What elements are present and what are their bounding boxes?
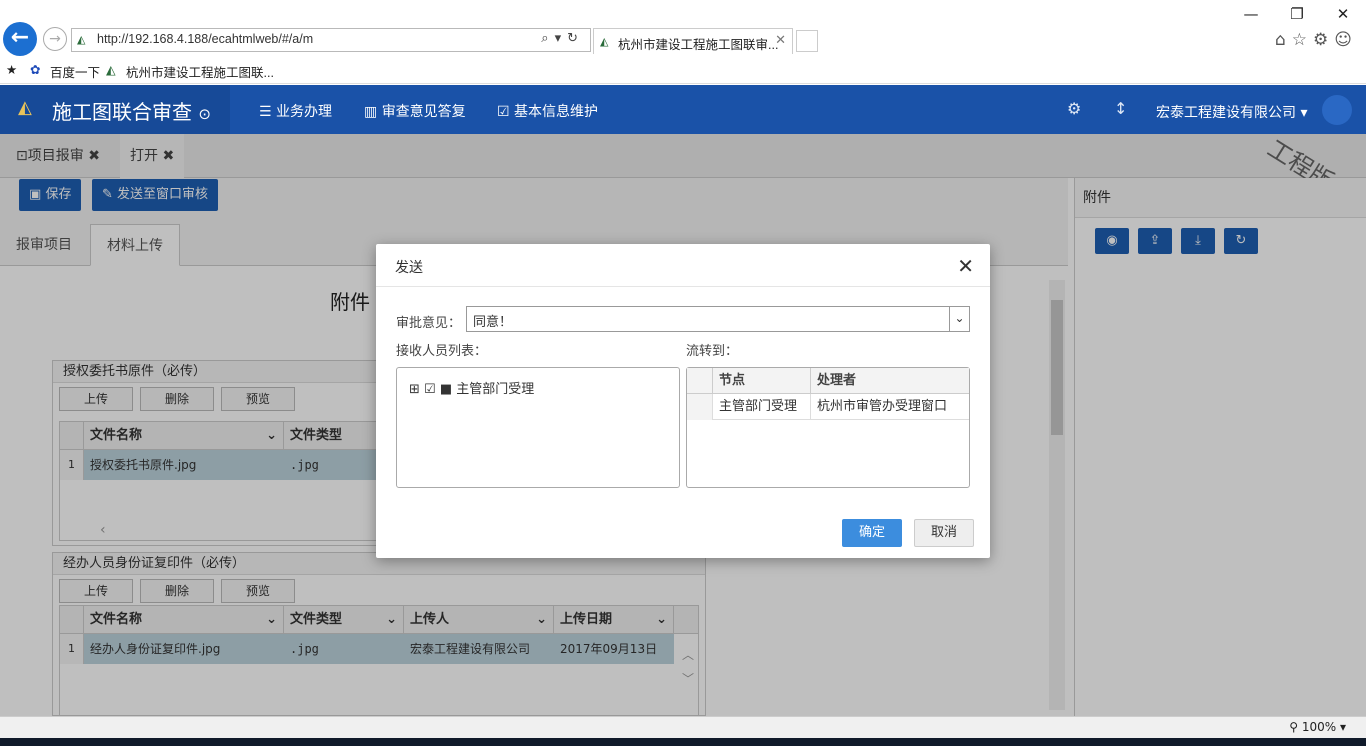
checkbox-checked-icon[interactable]: ☑ xyxy=(424,382,436,397)
edit-icon: ☑ xyxy=(497,104,510,120)
app-header: ◭ 施工图联合审查 ⊙ ☰ 业务办理 ▥ 审查意见答复 ☑ 基本信息维护 ⚙ ↕… xyxy=(0,85,1366,134)
browser-tools: ⌂☆⚙☺ xyxy=(1275,30,1358,50)
forward-button[interactable]: → xyxy=(43,27,67,51)
close-icon[interactable]: ✕ xyxy=(957,254,974,278)
flow-header: 节点 处理者 xyxy=(687,368,969,394)
address-tools-icon[interactable]: ⌕▾↻ xyxy=(541,31,584,46)
settings-gear-icon[interactable]: ⚙ xyxy=(1313,30,1334,50)
company-menu[interactable]: 宏泰工程建设有限公司 ▾ xyxy=(1156,102,1307,122)
flow-grid: 节点 处理者 主管部门受理 杭州市审管办受理窗口 xyxy=(686,367,970,488)
rownum-header xyxy=(687,368,713,394)
cell-node: 主管部门受理 xyxy=(713,394,811,420)
url-text[interactable]: http://192.168.4.188/ecahtmlweb/#/a/m xyxy=(97,32,313,46)
browser-tab-title: 杭州市建设工程施工图联审... xyxy=(618,38,779,52)
home-icon[interactable]: ⌂ xyxy=(1275,30,1292,50)
restore-icon[interactable]: ❐ xyxy=(1274,0,1320,28)
avatar[interactable] xyxy=(1322,95,1352,125)
column-node: 节点 xyxy=(713,368,811,394)
logo-icon: ◭ xyxy=(18,97,32,118)
cell-handler: 杭州市审管办受理窗口 xyxy=(817,399,948,414)
confirm-button[interactable]: 确定 xyxy=(842,519,902,547)
bar-chart-icon: ▥ xyxy=(364,104,378,120)
back-button[interactable]: ← xyxy=(3,22,37,56)
sort-vertical-icon[interactable]: ↕ xyxy=(1114,99,1127,118)
table-row[interactable]: 主管部门受理 杭州市审管办受理窗口 xyxy=(687,394,969,420)
zoom-icon: ⚲ xyxy=(1289,720,1299,734)
favorites-star-icon[interactable]: ☆ xyxy=(1292,30,1313,50)
list-icon: ☰ xyxy=(259,104,272,120)
favorite-hangzhou[interactable]: 杭州市建设工程施工图联... xyxy=(126,62,274,81)
nav-basic-info[interactable]: ☑ 基本信息维护 xyxy=(497,101,598,121)
flow-table: 节点 处理者 主管部门受理 杭州市审管办受理窗口 xyxy=(687,368,969,420)
recipients-label: 接收人员列表： xyxy=(396,344,488,359)
browser-tab[interactable]: ◭ 杭州市建设工程施工图联审... ✕ xyxy=(593,28,793,54)
zoom-level[interactable]: ⚲ 100% ▾ xyxy=(1289,720,1346,734)
site-favicon-icon: ◭ xyxy=(77,33,86,46)
flow-label: 流转到： xyxy=(686,344,739,359)
tab-close-icon[interactable]: ✕ xyxy=(775,33,786,48)
dialog-title: 发送 xyxy=(395,260,423,276)
app-title[interactable]: 施工图联合审查 ⊙ xyxy=(52,96,211,125)
row-number xyxy=(687,394,713,420)
favorite-baidu[interactable]: 百度一下 xyxy=(50,62,100,81)
opinion-value: 同意！ xyxy=(473,315,513,330)
favorites-star-icon[interactable]: ★ xyxy=(6,62,17,77)
favorite-site-icon: ◭ xyxy=(106,63,116,77)
folder-icon: ■ xyxy=(439,382,453,397)
new-tab-button[interactable] xyxy=(796,30,818,52)
dialog-divider xyxy=(376,286,990,287)
tab-favicon-icon: ◭ xyxy=(600,35,609,48)
minimize-icon[interactable]: — xyxy=(1228,0,1274,28)
smiley-icon[interactable]: ☺ xyxy=(1334,30,1358,50)
close-window-icon[interactable]: ✕ xyxy=(1320,0,1366,28)
opinion-select[interactable]: 同意！ ⌄ xyxy=(466,306,970,332)
expand-plus-icon[interactable]: ⊞ xyxy=(409,382,420,397)
chevron-down-icon[interactable]: ⌄ xyxy=(949,307,969,331)
circle-chevron-icon[interactable]: ⊙ xyxy=(198,105,211,123)
nav-review-reply[interactable]: ▥ 审查意见答复 xyxy=(364,101,466,121)
baidu-paw-icon: ✿ xyxy=(30,63,41,77)
column-handler: 处理者 xyxy=(817,373,857,388)
send-dialog: 发送 ✕ 审批意见： 同意！ ⌄ 接收人员列表： 流转到： ⊞ ☑ ■ 主管部门… xyxy=(376,244,990,558)
status-bar: ⚲ 100% ▾ xyxy=(0,716,1366,738)
cancel-button[interactable]: 取消 xyxy=(914,519,974,547)
favorites-bar: ★ ✿ 百度一下 ◭ 杭州市建设工程施工图联... xyxy=(0,58,1366,84)
recipients-tree: ⊞ ☑ ■ 主管部门受理 xyxy=(396,367,680,488)
nav-business[interactable]: ☰ 业务办理 xyxy=(259,101,332,121)
address-bar[interactable]: ◭ http://192.168.4.188/ecahtmlweb/#/a/m … xyxy=(71,28,591,52)
taskbar xyxy=(0,738,1366,746)
logo-area: ◭ 施工图联合审查 ⊙ xyxy=(0,85,230,134)
tree-node[interactable]: ⊞ ☑ ■ 主管部门受理 xyxy=(409,378,534,397)
window-controls: — ❐ ✕ xyxy=(1228,0,1366,28)
gear-icon[interactable]: ⚙ xyxy=(1067,99,1081,118)
browser-chrome: — ❐ ✕ ← → ◭ http://192.168.4.188/ecahtmlwe… xyxy=(0,0,1366,58)
opinion-label: 审批意见： xyxy=(396,316,462,331)
tree-node-label: 主管部门受理 xyxy=(456,382,535,397)
